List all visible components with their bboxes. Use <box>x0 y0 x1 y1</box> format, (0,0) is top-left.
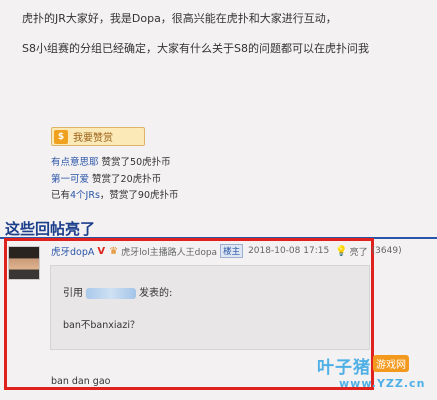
light-count: (3649) <box>371 246 402 256</box>
quote-header: 引用 发表的: <box>63 284 172 299</box>
quote-box <box>50 265 370 350</box>
blurred-username <box>86 287 136 299</box>
reply-author-title: 虎牙lol主播路人王dopa <box>121 247 218 258</box>
reward-entry: 第一可爱 赞赏了20虎扑币 <box>51 171 161 185</box>
watermark-logo: 叶子猪 <box>317 358 371 378</box>
verified-icon: V <box>97 245 106 257</box>
section-title: 这些回帖亮了 <box>5 220 96 238</box>
watermark-sub: 游戏网 <box>373 355 409 372</box>
reward-entry-text: 赞赏了50虎扑币 <box>101 157 171 168</box>
reply-text: ban dan gao <box>51 376 111 387</box>
coin-icon: $ <box>54 129 68 144</box>
watermark-url: www.YZZ.cn <box>339 377 426 390</box>
reward-summary-count-link[interactable]: 4个JRs <box>70 190 100 201</box>
reward-button[interactable]: $ 我要赞赏 <box>51 127 145 146</box>
post-line-2: S8小组赛的分组已经确定，大家有什么关于S8的问题都可以在虎扑问我 <box>22 42 369 55</box>
reward-entry: 有点意思耶 赞赏了50虎扑币 <box>51 154 171 168</box>
op-badge: 楼主 <box>220 244 244 258</box>
quote-text: ban不banxiazi？ <box>63 320 140 331</box>
reply-author-link[interactable]: 虎牙dopA <box>51 244 94 258</box>
reward-user-link[interactable]: 有点意思耶 <box>51 157 99 168</box>
post-line-1: 虎扑的JR大家好，我是Dopa，很高兴能在虎扑和大家进行互动， <box>22 12 337 25</box>
medal-icon: ♛ <box>109 245 119 257</box>
reward-button-label: 我要赞赏 <box>73 133 113 144</box>
reply-meta: 虎牙dopA V ♛ 虎牙lol主播路人王dopa 楼主 2018-10-08 … <box>51 244 402 258</box>
light-button[interactable]: 亮了 <box>350 245 368 258</box>
reward-summary-prefix: 已有 <box>51 190 71 201</box>
reward-summary-suffix: ，赞赏了90虎扑币 <box>99 190 179 201</box>
reply-timestamp: 2018-10-08 17:15 <box>248 246 330 256</box>
quote-prefix: 引用 <box>63 288 83 299</box>
avatar[interactable] <box>8 246 40 280</box>
light-bulb-icon[interactable]: 💡 <box>335 246 347 257</box>
quote-suffix: 发表的: <box>139 288 173 299</box>
reward-entry-text: 赞赏了20虎扑币 <box>92 174 162 185</box>
site-watermark: 叶子猪 游戏网 www.YZZ.cn <box>317 353 432 395</box>
reward-user-link[interactable]: 第一可爱 <box>51 174 89 185</box>
reward-summary: 已有4个JRs，赞赏了90虎扑币 <box>51 187 179 201</box>
